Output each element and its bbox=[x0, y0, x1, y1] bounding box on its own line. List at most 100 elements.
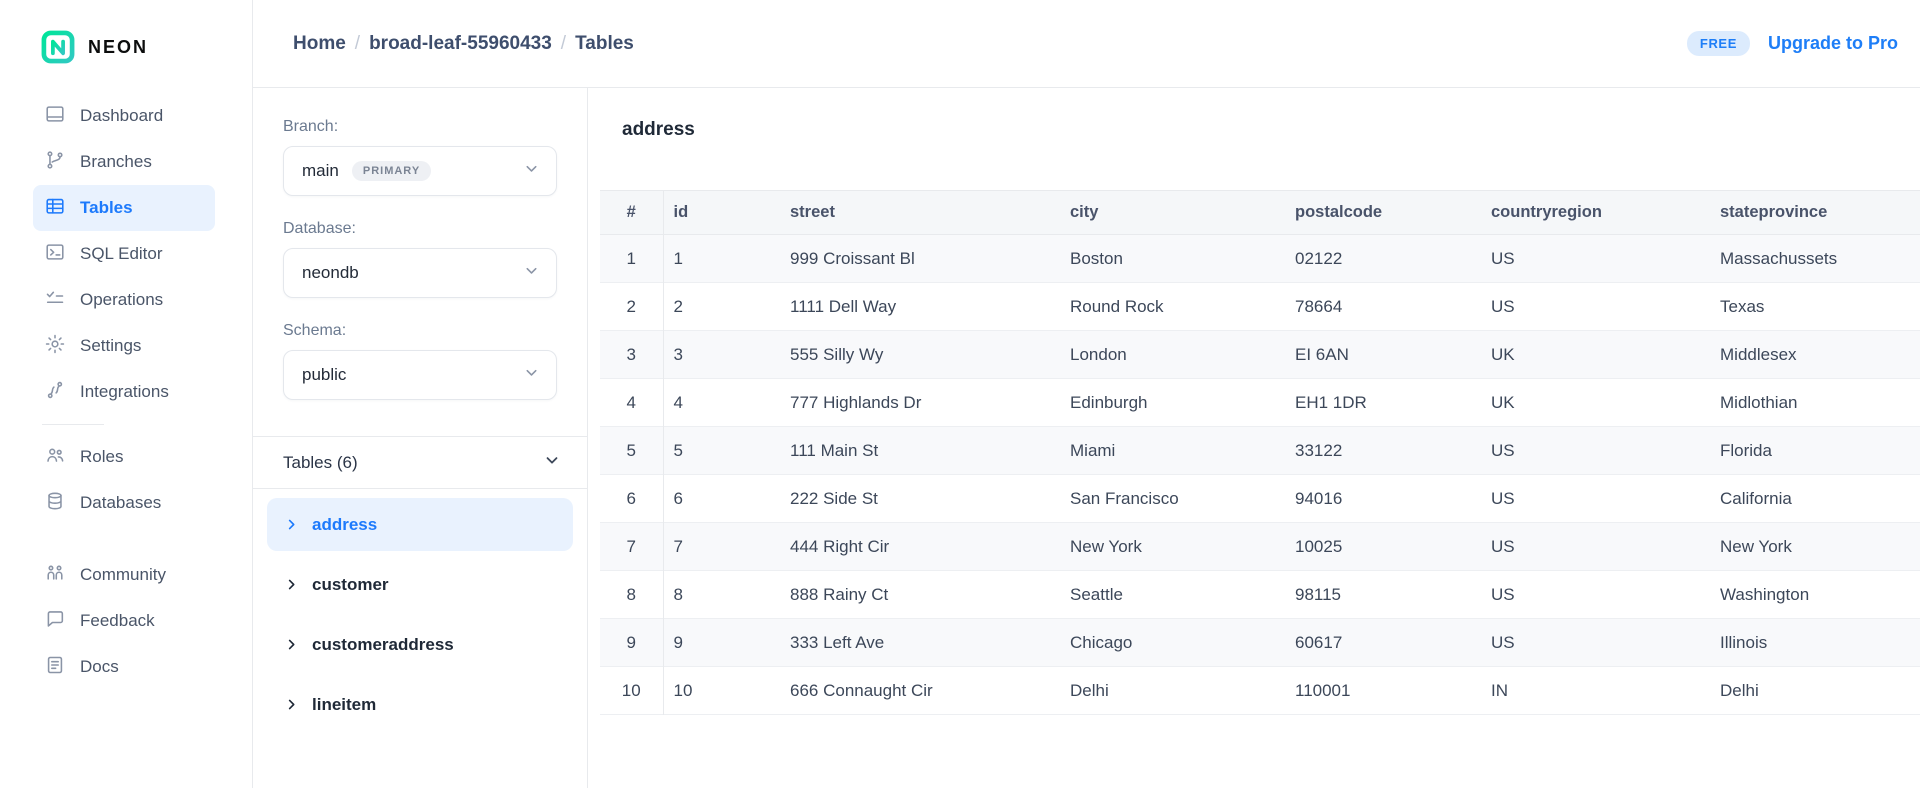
table-row[interactable]: 11999 Croissant BlBoston02122USMassachus… bbox=[600, 235, 1920, 283]
sidebar-item-feedback[interactable]: Feedback bbox=[33, 598, 215, 644]
cell-postalcode: 78664 bbox=[1285, 283, 1481, 331]
table-row[interactable]: 66222 Side StSan Francisco94016USCalifor… bbox=[600, 475, 1920, 523]
brand-logo[interactable]: NEON bbox=[0, 27, 252, 67]
table-row[interactable]: 55111 Main StMiami33122USFlorida bbox=[600, 427, 1920, 475]
column-header-id: id bbox=[663, 191, 780, 235]
breadcrumb-item-home[interactable]: Home bbox=[293, 33, 346, 55]
cell-street: 666 Connaught Cir bbox=[780, 667, 1060, 715]
sidebar-item-roles[interactable]: Roles bbox=[33, 434, 215, 480]
table-item-lineitem[interactable]: lineitem bbox=[267, 678, 573, 731]
column-header-city: city bbox=[1060, 191, 1285, 235]
cell-id: 1 bbox=[663, 235, 780, 283]
tables-section-header[interactable]: Tables (6) bbox=[253, 437, 587, 489]
sidebar-item-integrations[interactable]: Integrations bbox=[33, 369, 215, 415]
table-row[interactable]: 33555 Silly WyLondonEI 6ANUKMiddlesex bbox=[600, 331, 1920, 379]
cell-countryregion: US bbox=[1481, 427, 1710, 475]
cell-stateprovince: Middlesex bbox=[1710, 331, 1920, 379]
table-row[interactable]: 77444 Right CirNew York10025USNew York bbox=[600, 523, 1920, 571]
cell-city: Chicago bbox=[1060, 619, 1285, 667]
table-item-customeraddress[interactable]: customeraddress bbox=[267, 618, 573, 671]
sidebar-item-sql-editor[interactable]: SQL Editor bbox=[33, 231, 215, 277]
cell-id: 10 bbox=[663, 667, 780, 715]
cell-city: Miami bbox=[1060, 427, 1285, 475]
cell-city: Round Rock bbox=[1060, 283, 1285, 331]
cell-street: 111 Main St bbox=[780, 427, 1060, 475]
table-item-label: customeraddress bbox=[312, 635, 454, 655]
row-number-cell: 9 bbox=[600, 619, 663, 667]
sidebar-item-operations[interactable]: Operations bbox=[33, 277, 215, 323]
column-header-street: street bbox=[780, 191, 1060, 235]
databases-icon bbox=[44, 490, 66, 517]
breadcrumb-item-broad-leaf-55960433[interactable]: broad-leaf-55960433 bbox=[369, 33, 552, 55]
cell-id: 7 bbox=[663, 523, 780, 571]
table-row[interactable]: 88888 Rainy CtSeattle98115USWashington bbox=[600, 571, 1920, 619]
row-number-cell: 7 bbox=[600, 523, 663, 571]
column-header-stateprovince: stateprovince bbox=[1710, 191, 1920, 235]
plan-badge: FREE bbox=[1687, 31, 1750, 56]
table-row[interactable]: 99333 Left AveChicago60617USIllinois bbox=[600, 619, 1920, 667]
sidebar-item-databases[interactable]: Databases bbox=[33, 480, 215, 526]
table-item-label: customer bbox=[312, 575, 389, 595]
table-row[interactable]: 1010666 Connaught CirDelhi110001INDelhi bbox=[600, 667, 1920, 715]
table-title: address bbox=[622, 116, 1920, 144]
cell-countryregion: US bbox=[1481, 619, 1710, 667]
dashboard-icon bbox=[44, 103, 66, 130]
sidebar-item-docs[interactable]: Docs bbox=[33, 644, 215, 690]
row-number-cell: 5 bbox=[600, 427, 663, 475]
tables-section-title: Tables (6) bbox=[283, 453, 358, 473]
table-item-address[interactable]: address bbox=[267, 498, 573, 551]
sidebar-item-community[interactable]: Community bbox=[33, 552, 215, 598]
cell-city: Delhi bbox=[1060, 667, 1285, 715]
operations-icon bbox=[44, 287, 66, 314]
table-area: address #idstreetcitypostalcodecountryre… bbox=[588, 88, 1920, 788]
tables-section: Tables (6) address customer customeraddres… bbox=[253, 436, 587, 731]
sidebar-item-label: Tables bbox=[80, 198, 133, 218]
neon-logo-icon bbox=[40, 29, 76, 65]
sidebar-item-settings[interactable]: Settings bbox=[33, 323, 215, 369]
upgrade-to-pro-link[interactable]: Upgrade to Pro bbox=[1768, 33, 1898, 54]
cell-stateprovince: Texas bbox=[1710, 283, 1920, 331]
database-select[interactable]: neondb bbox=[283, 248, 557, 298]
cell-id: 6 bbox=[663, 475, 780, 523]
operations-icon bbox=[44, 287, 66, 309]
cell-city: New York bbox=[1060, 523, 1285, 571]
cell-street: 999 Croissant Bl bbox=[780, 235, 1060, 283]
cell-postalcode: 33122 bbox=[1285, 427, 1481, 475]
sidebar-item-label: Docs bbox=[80, 657, 119, 677]
sidebar-divider bbox=[42, 424, 104, 425]
integrations-icon bbox=[44, 379, 66, 406]
community-icon bbox=[44, 562, 66, 584]
cell-id: 9 bbox=[663, 619, 780, 667]
schema-label: Schema: bbox=[283, 322, 557, 340]
breadcrumb-item-tables[interactable]: Tables bbox=[575, 33, 634, 55]
table-item-customer[interactable]: customer bbox=[267, 558, 573, 611]
cell-postalcode: 94016 bbox=[1285, 475, 1481, 523]
settings-icon bbox=[44, 333, 66, 360]
row-number-cell: 3 bbox=[600, 331, 663, 379]
databases-icon bbox=[44, 490, 66, 512]
branches-icon bbox=[44, 149, 66, 176]
roles-icon bbox=[44, 444, 66, 471]
app: NEON DashboardBranches Tables SQL EditorOp… bbox=[0, 0, 1920, 788]
branch-select[interactable]: main PRIMARY bbox=[283, 146, 557, 196]
sidebar-item-branches[interactable]: Branches bbox=[33, 139, 215, 185]
breadcrumb-separator: / bbox=[355, 33, 360, 55]
cell-stateprovince: Illinois bbox=[1710, 619, 1920, 667]
sidebar-item-dashboard[interactable]: Dashboard bbox=[33, 93, 215, 139]
cell-countryregion: IN bbox=[1481, 667, 1710, 715]
branch-field: Branch: main PRIMARY bbox=[253, 118, 587, 196]
settings-icon bbox=[44, 333, 66, 355]
sidebar-item-tables[interactable]: Tables bbox=[33, 185, 215, 231]
table-item-label: lineitem bbox=[312, 695, 376, 715]
dashboard-icon bbox=[44, 103, 66, 125]
table-row[interactable]: 44777 Highlands DrEdinburghEH1 1DRUKMidl… bbox=[600, 379, 1920, 427]
database-value: neondb bbox=[302, 263, 359, 283]
schema-select[interactable]: public bbox=[283, 350, 557, 400]
row-number-cell: 8 bbox=[600, 571, 663, 619]
cell-street: 555 Silly Wy bbox=[780, 331, 1060, 379]
cell-countryregion: US bbox=[1481, 475, 1710, 523]
table-row[interactable]: 221111 Dell WayRound Rock78664USTexas bbox=[600, 283, 1920, 331]
sidebar-nav-footer: CommunityFeedback Docs bbox=[0, 552, 252, 690]
cell-city: San Francisco bbox=[1060, 475, 1285, 523]
cell-city: Edinburgh bbox=[1060, 379, 1285, 427]
